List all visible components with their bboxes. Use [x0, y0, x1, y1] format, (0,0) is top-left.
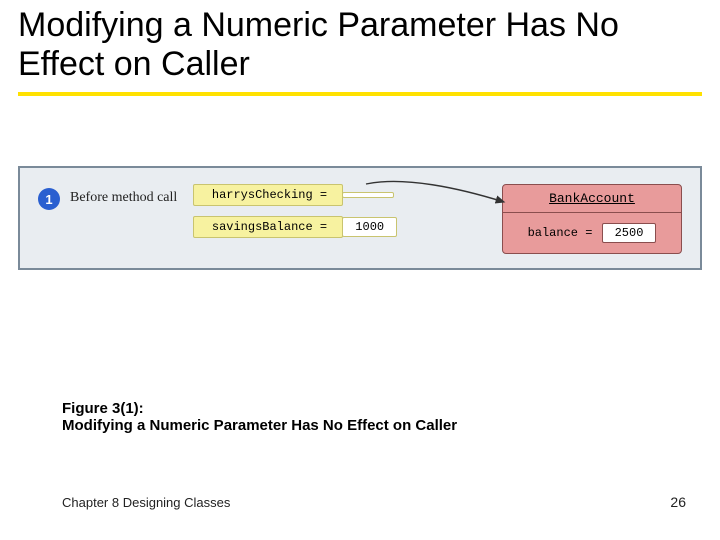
object-field-value: 2500: [602, 223, 657, 243]
figure-title: Modifying a Numeric Parameter Has No Eff…: [62, 417, 457, 434]
object-field-row: balance = 2500: [515, 223, 669, 243]
object-field-label: balance =: [528, 226, 600, 240]
slide: Modifying a Numeric Parameter Has No Eff…: [0, 0, 720, 540]
object-class-name: BankAccount: [515, 191, 669, 210]
step-label: Before method call: [70, 190, 177, 206]
memory-diagram: 1 Before method call harrysChecking = sa…: [18, 166, 702, 270]
variable-row: savingsBalance = 1000: [193, 216, 397, 238]
variable-value: [342, 192, 394, 198]
object-box: BankAccount balance = 2500: [502, 184, 682, 254]
title-rule: [18, 92, 702, 96]
object-separator: [503, 212, 681, 213]
diagram-container: 1 Before method call harrysChecking = sa…: [18, 166, 702, 270]
page-number: 26: [670, 494, 686, 510]
step-badge: 1: [38, 188, 60, 210]
variable-name: savingsBalance =: [193, 216, 343, 238]
figure-caption: Figure 3(1): Modifying a Numeric Paramet…: [62, 400, 457, 434]
variable-list: harrysChecking = savingsBalance = 1000: [193, 184, 397, 248]
footer-text: Chapter 8 Designing Classes: [62, 495, 230, 510]
slide-title: Modifying a Numeric Parameter Has No Eff…: [18, 0, 702, 90]
figure-ref: Figure 3(1):: [62, 400, 457, 417]
variable-row: harrysChecking =: [193, 184, 397, 206]
variable-name: harrysChecking =: [193, 184, 343, 206]
variable-value: 1000: [342, 217, 397, 237]
